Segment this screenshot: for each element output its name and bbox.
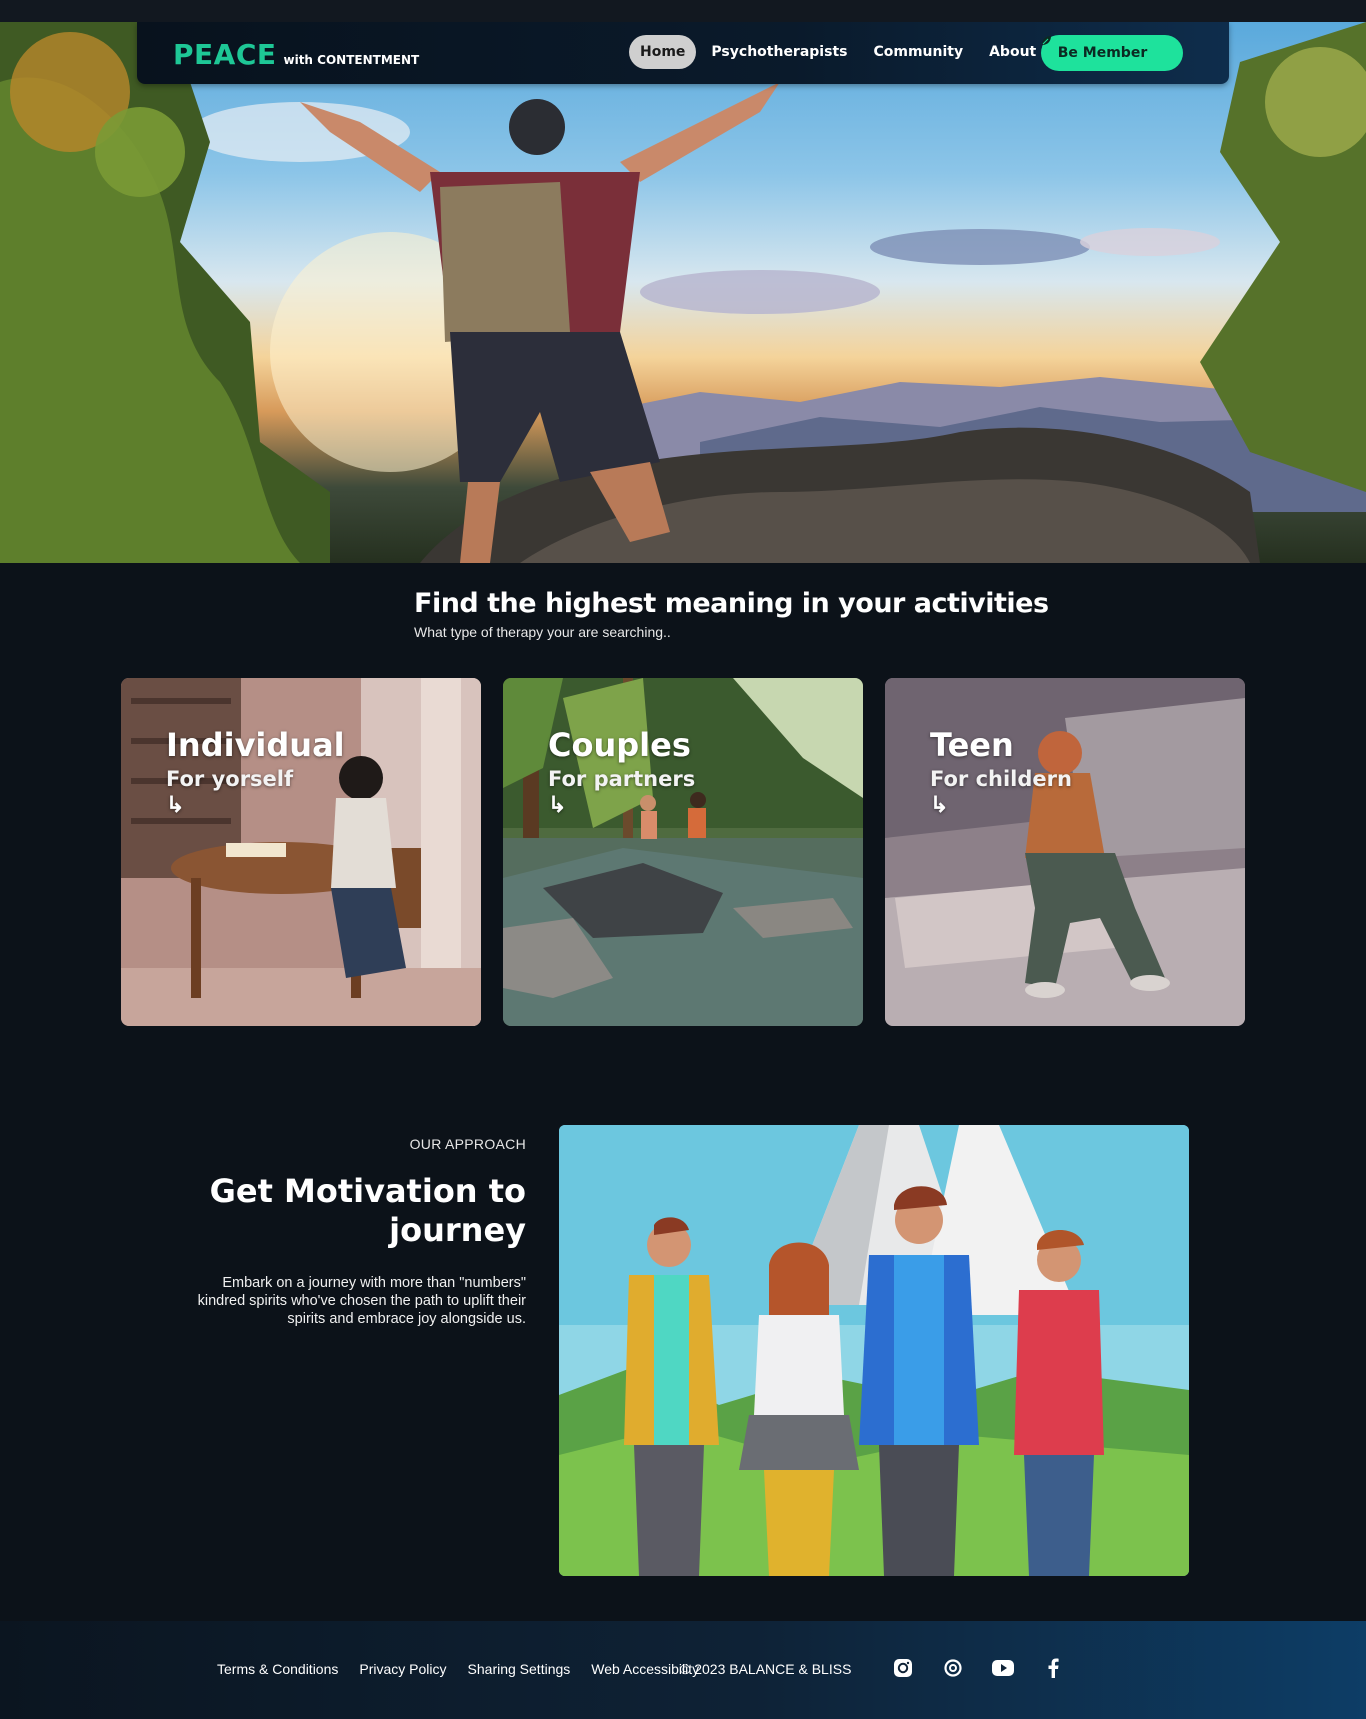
card-title: Couples [548, 726, 691, 764]
approach-eyebrow: OUR APPROACH [409, 1136, 526, 1152]
top-strip [0, 0, 1366, 22]
threads-icon[interactable] [942, 1657, 964, 1679]
therapy-card-teen[interactable]: Teen For childern ↳ [885, 678, 1245, 1026]
instagram-icon[interactable] [892, 1657, 914, 1679]
nav-item-home[interactable]: Home [629, 35, 697, 69]
logo[interactable]: PEACE with CONTENTMENT [173, 38, 419, 71]
approach-title: Get Motivation to journey [209, 1172, 526, 1249]
card-title: Individual [166, 726, 345, 764]
card-subtitle: For partners [548, 767, 696, 791]
section-subtitle: What type of therapy your are searching.… [414, 624, 671, 640]
nav-item-community[interactable]: Community [862, 35, 974, 69]
footer: Terms & Conditions Privacy Policy Sharin… [0, 1621, 1366, 1719]
logo-wordmark: PEACE [173, 38, 277, 71]
be-member-label: Be Member [1057, 45, 1148, 61]
card-subtitle: For yorself [166, 767, 294, 791]
arrow-icon: ↳ [548, 792, 567, 817]
social-icons [892, 1657, 1092, 1679]
top-navbar: PEACE with CONTENTMENT Home Psychotherap… [137, 22, 1229, 84]
youtube-icon[interactable] [992, 1657, 1014, 1679]
approach-image [559, 1125, 1189, 1576]
logo-tagline: with CONTENTMENT [283, 53, 420, 67]
footer-links: Terms & Conditions Privacy Policy Sharin… [217, 1661, 720, 1677]
copyright: © 2023 BALANCE & BLISS [680, 1661, 852, 1677]
leaf-icon [1042, 36, 1166, 59]
footer-link-terms[interactable]: Terms & Conditions [217, 1661, 338, 1677]
facebook-icon[interactable] [1042, 1657, 1064, 1679]
be-member-button[interactable]: Be Member [1041, 35, 1183, 71]
card-title: Teen [930, 726, 1014, 764]
nav-item-psychotherapists[interactable]: Psychotherapists [700, 35, 858, 69]
card-subtitle: For childern [930, 767, 1072, 791]
footer-link-sharing-settings[interactable]: Sharing Settings [468, 1661, 571, 1677]
arrow-icon: ↳ [930, 792, 949, 817]
therapy-card-couples[interactable]: Couples For partners ↳ [503, 678, 863, 1026]
therapy-card-individual[interactable]: Individual For yorself ↳ [121, 678, 481, 1026]
section-title: Find the highest meaning in your activit… [414, 588, 1049, 619]
main-menu: Home Psychotherapists Community About Us [629, 35, 1076, 69]
hero-image: PEACE with CONTENTMENT Home Psychotherap… [0, 22, 1366, 563]
arrow-icon: ↳ [166, 792, 185, 817]
approach-description: Embark on a journey with more than "numb… [197, 1275, 526, 1327]
footer-link-privacy[interactable]: Privacy Policy [359, 1661, 446, 1677]
